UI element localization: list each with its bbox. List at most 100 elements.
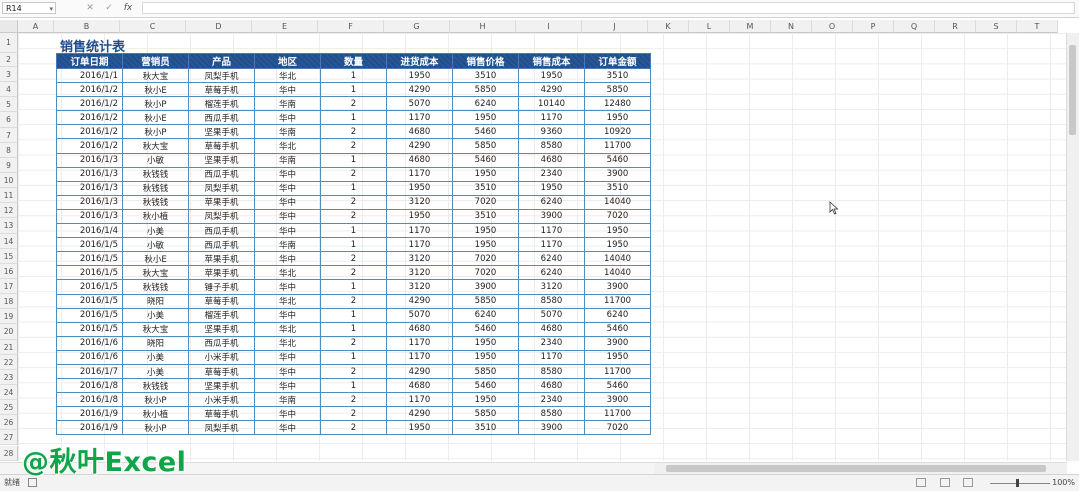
table-cell[interactable]: 11700	[584, 138, 651, 154]
table-cell[interactable]: 晓阳	[122, 335, 189, 351]
row-header-18[interactable]: 18	[0, 294, 18, 310]
table-cell[interactable]: 5850	[452, 138, 519, 154]
table-header-cell[interactable]: 订单金额	[584, 53, 651, 69]
table-cell[interactable]: 2016/1/5	[56, 279, 123, 295]
table-cell[interactable]: 5850	[584, 82, 651, 98]
macro-record-icon[interactable]	[28, 478, 37, 487]
table-cell[interactable]: 2	[320, 335, 387, 351]
table-cell[interactable]: 3900	[452, 279, 519, 295]
table-cell[interactable]: 5460	[452, 124, 519, 140]
table-cell[interactable]: 坚果手机	[188, 124, 255, 140]
table-cell[interactable]: 2016/1/3	[56, 152, 123, 168]
row-header-9[interactable]: 9	[0, 157, 18, 173]
table-cell[interactable]: 8580	[518, 293, 585, 309]
table-cell[interactable]: 1	[320, 237, 387, 253]
normal-view-icon[interactable]	[916, 478, 926, 487]
table-cell[interactable]: 2016/1/1	[56, 67, 123, 84]
row-header-14[interactable]: 14	[0, 233, 18, 249]
table-cell[interactable]: 凤梨手机	[188, 208, 255, 225]
table-cell[interactable]: 3120	[518, 279, 585, 295]
table-cell[interactable]: 华中	[254, 208, 321, 225]
table-cell[interactable]: 2	[320, 420, 387, 436]
table-cell[interactable]: 华北	[254, 67, 321, 84]
table-cell[interactable]: 2340	[518, 335, 585, 351]
table-cell[interactable]: 6240	[452, 307, 519, 323]
table-cell[interactable]: 2016/1/2	[56, 96, 123, 112]
table-cell[interactable]: 1950	[452, 166, 519, 182]
table-cell[interactable]: 10140	[518, 96, 585, 112]
table-cell[interactable]: 秋钱钱	[122, 378, 189, 394]
table-cell[interactable]: 草莓手机	[188, 363, 255, 380]
table-cell[interactable]: 华南	[254, 124, 321, 140]
table-cell[interactable]: 1	[320, 223, 387, 239]
table-cell[interactable]: 4290	[386, 138, 453, 154]
table-cell[interactable]: 3510	[452, 67, 519, 84]
table-cell[interactable]: 2016/1/9	[56, 420, 123, 436]
table-cell[interactable]: 华中	[254, 406, 321, 422]
table-cell[interactable]: 西瓜手机	[188, 223, 255, 239]
table-cell[interactable]: 2016/1/5	[56, 237, 123, 253]
column-header-m[interactable]: M	[730, 20, 771, 33]
table-cell[interactable]: 4290	[386, 363, 453, 380]
table-cell[interactable]: 1	[320, 152, 387, 168]
row-header-22[interactable]: 22	[0, 354, 18, 370]
table-cell[interactable]: 2016/1/3	[56, 166, 123, 182]
table-cell[interactable]: 3510	[452, 208, 519, 225]
table-header-cell[interactable]: 订单日期	[56, 53, 123, 69]
table-cell[interactable]: 华北	[254, 335, 321, 351]
table-cell[interactable]: 5460	[452, 321, 519, 337]
table-cell[interactable]: 1950	[452, 237, 519, 253]
table-cell[interactable]: 秋钱钱	[122, 166, 189, 182]
table-cell[interactable]: 华北	[254, 321, 321, 337]
table-cell[interactable]: 2	[320, 363, 387, 380]
table-cell[interactable]: 1950	[518, 180, 585, 196]
table-cell[interactable]: 2	[320, 406, 387, 422]
table-cell[interactable]: 榴莲手机	[188, 307, 255, 323]
table-cell[interactable]: 1950	[386, 180, 453, 196]
table-cell[interactable]: 1	[320, 180, 387, 196]
vertical-scrollbar[interactable]	[1066, 33, 1079, 461]
table-cell[interactable]: 苹果手机	[188, 265, 255, 281]
table-cell[interactable]: 1950	[584, 349, 651, 365]
table-cell[interactable]: 小美	[122, 307, 189, 323]
table-cell[interactable]: 华南	[254, 152, 321, 168]
table-cell[interactable]: 1	[320, 349, 387, 365]
table-cell[interactable]: 9360	[518, 124, 585, 140]
table-cell[interactable]: 3120	[386, 251, 453, 267]
table-cell[interactable]: 4290	[386, 293, 453, 309]
table-cell[interactable]: 4680	[386, 321, 453, 337]
table-cell[interactable]: 华中	[254, 166, 321, 182]
table-cell[interactable]: 华中	[254, 279, 321, 295]
table-cell[interactable]: 1950	[584, 110, 651, 126]
column-header-j[interactable]: J	[582, 20, 648, 33]
table-cell[interactable]: 3900	[584, 392, 651, 408]
row-header-25[interactable]: 25	[0, 400, 18, 416]
table-cell[interactable]: 4290	[386, 82, 453, 98]
table-cell[interactable]: 凤梨手机	[188, 420, 255, 436]
table-cell[interactable]: 小美	[122, 363, 189, 380]
table-cell[interactable]: 4680	[386, 124, 453, 140]
table-cell[interactable]: 1950	[584, 223, 651, 239]
table-cell[interactable]: 4680	[386, 378, 453, 394]
table-cell[interactable]: 4680	[518, 152, 585, 168]
table-cell[interactable]: 3510	[584, 180, 651, 196]
table-cell[interactable]: 小敏	[122, 152, 189, 168]
table-cell[interactable]: 小美	[122, 349, 189, 365]
row-header-15[interactable]: 15	[0, 248, 18, 264]
table-cell[interactable]: 2	[320, 251, 387, 267]
table-cell[interactable]: 7020	[452, 251, 519, 267]
table-cell[interactable]: 1950	[386, 67, 453, 84]
table-cell[interactable]: 草莓手机	[188, 138, 255, 154]
table-cell[interactable]: 草莓手机	[188, 406, 255, 422]
table-cell[interactable]: 7020	[584, 420, 651, 436]
table-cell[interactable]: 华中	[254, 110, 321, 126]
row-header-3[interactable]: 3	[0, 67, 18, 83]
row-header-4[interactable]: 4	[0, 82, 18, 98]
table-cell[interactable]: 华中	[254, 349, 321, 365]
table-cell[interactable]: 秋钱钱	[122, 180, 189, 196]
table-cell[interactable]: 2016/1/9	[56, 406, 123, 422]
enter-icon[interactable]: ✓	[103, 2, 115, 14]
table-cell[interactable]: 秋小E	[122, 110, 189, 126]
table-cell[interactable]: 1	[320, 321, 387, 337]
table-cell[interactable]: 华中	[254, 251, 321, 267]
